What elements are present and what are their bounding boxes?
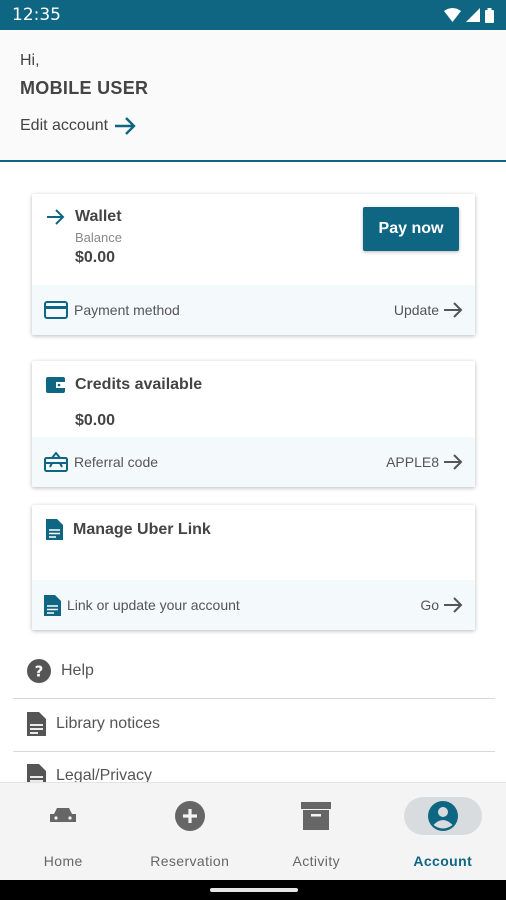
- system-navigation-bar: [0, 880, 506, 900]
- nav-label: Activity: [292, 853, 341, 869]
- payment-method-label: Payment method: [74, 302, 180, 318]
- wifi-icon: [444, 8, 461, 22]
- car-icon: [50, 808, 77, 822]
- menu-item-label: Legal/Privacy: [56, 767, 153, 782]
- nav-icon-container: [24, 797, 102, 835]
- wallet-title: Wallet: [75, 208, 122, 225]
- wallet-balance-amount: $0.00: [75, 249, 116, 266]
- credits-card: Credits available $0.00 Referral code AP…: [32, 361, 475, 487]
- nav-reservation[interactable]: Reservation: [127, 783, 254, 880]
- status-time: 12:35: [12, 5, 61, 25]
- status-icons: [444, 7, 494, 23]
- menu-item-legal-privacy[interactable]: Legal/Privacy: [13, 752, 495, 782]
- document-icon: [46, 519, 63, 540]
- edit-account-label: Edit account: [20, 117, 109, 134]
- signal-icon: [466, 8, 480, 22]
- greeting: Hi,: [20, 52, 40, 69]
- status-bar: 12:35: [0, 0, 506, 30]
- edit-account-link[interactable]: Edit account: [20, 117, 486, 135]
- arrow-right-icon: [444, 302, 463, 318]
- link-account-label: Link or update your account: [67, 597, 240, 613]
- battery-icon: [485, 7, 494, 23]
- nav-label: Reservation: [150, 853, 230, 869]
- svg-text:?: ?: [35, 663, 44, 681]
- nav-icon-container: [403, 797, 482, 835]
- nav-icon-container: [277, 797, 355, 835]
- payment-method-row[interactable]: Payment method Update: [32, 285, 475, 335]
- menu-item-label: Library notices: [56, 715, 161, 732]
- nav-icon-container: [151, 797, 229, 835]
- bottom-navigation: Home Reservation Activity Account: [0, 782, 506, 880]
- credits-amount: $0.00: [75, 412, 116, 429]
- arrow-right-icon[interactable]: [46, 209, 65, 225]
- go-link[interactable]: Go: [420, 597, 463, 613]
- link-account-row[interactable]: Link or update your account Go: [32, 580, 475, 630]
- go-label: Go: [420, 597, 439, 613]
- arrow-right-icon: [444, 597, 463, 613]
- menu-item-library-notices[interactable]: Library notices: [13, 698, 495, 750]
- document-icon: [44, 594, 61, 616]
- referral-code-link[interactable]: APPLE8: [386, 454, 463, 470]
- referral-code-value: APPLE8: [386, 454, 439, 470]
- uber-link-card: Manage Uber Link Link or update your acc…: [32, 505, 475, 630]
- nav-label: Home: [43, 853, 83, 869]
- nav-account[interactable]: Account: [380, 783, 506, 880]
- update-label: Update: [393, 302, 439, 318]
- wallet-card: Wallet Balance $0.00 Pay now Payment met…: [32, 194, 475, 335]
- nav-activity[interactable]: Activity: [253, 783, 380, 880]
- home-gesture-handle[interactable]: [210, 888, 298, 892]
- add-circle-icon: [174, 801, 205, 831]
- nav-home[interactable]: Home: [0, 783, 127, 880]
- uber-link-title: Manage Uber Link: [73, 520, 211, 538]
- help-icon: ?: [27, 659, 51, 683]
- nav-label: Account: [413, 853, 473, 869]
- arrow-right-icon: [444, 454, 463, 470]
- pay-now-button[interactable]: Pay now: [363, 207, 459, 251]
- update-payment-link[interactable]: Update: [394, 302, 463, 318]
- referral-code-label: Referral code: [74, 454, 159, 470]
- document-icon: [27, 712, 46, 736]
- account-circle-icon: [427, 801, 458, 831]
- wallet-icon: [46, 377, 65, 393]
- document-icon: [27, 764, 46, 782]
- archive-icon: [301, 802, 332, 830]
- menu-item-label: Help: [61, 662, 94, 679]
- referral-code-row[interactable]: Referral code APPLE8: [32, 437, 475, 487]
- credit-card-icon: [44, 301, 68, 319]
- credits-title: Credits available: [75, 375, 203, 393]
- account-header: Hi, MOBILE USER Edit account: [0, 30, 506, 162]
- username: MOBILE USER: [20, 78, 149, 98]
- gift-card-icon: [44, 452, 68, 472]
- arrow-right-icon: [115, 117, 136, 135]
- menu-item-help[interactable]: ? Help: [13, 645, 495, 697]
